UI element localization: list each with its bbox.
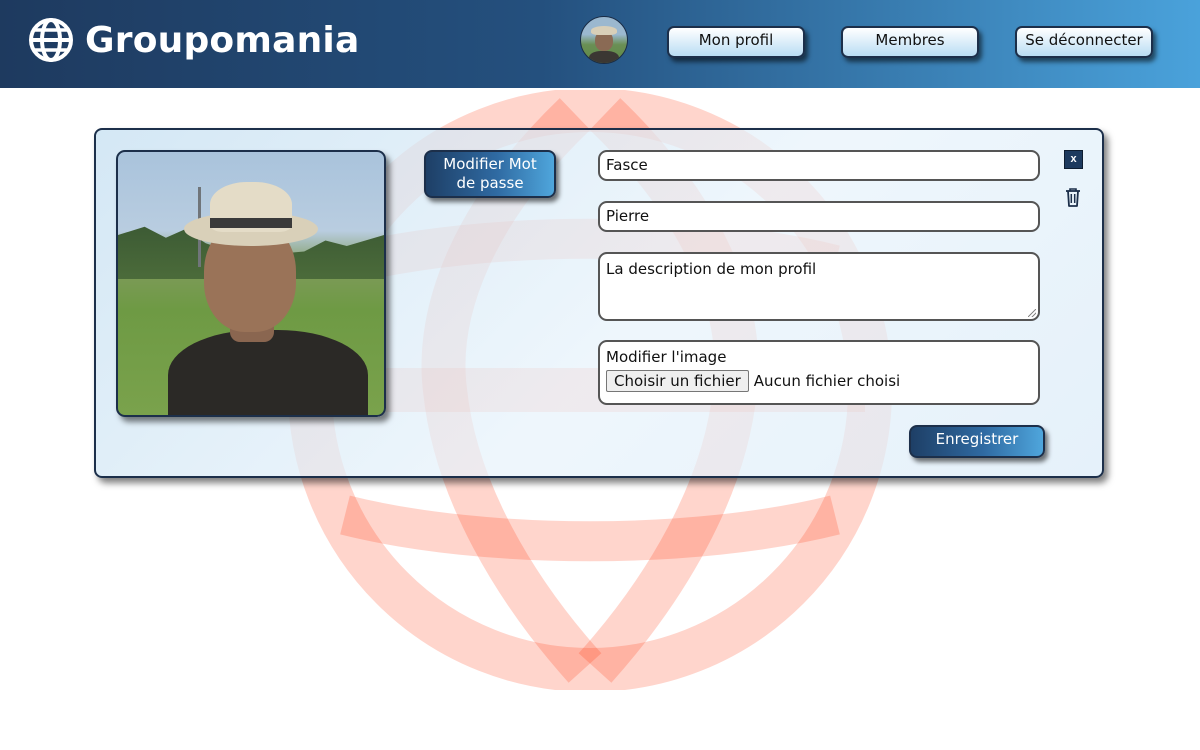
image-upload-label: Modifier l'image [606,348,727,366]
members-button[interactable]: Membres [841,26,979,58]
first-name-field[interactable]: Pierre [598,201,1040,232]
resize-grip-icon[interactable] [1028,309,1036,317]
change-password-button[interactable]: Modifier Mot de passe [424,150,556,198]
last-name-field[interactable]: Fasce [598,150,1040,181]
my-profile-button[interactable]: Mon profil [667,26,805,58]
close-button[interactable]: x [1064,150,1083,169]
description-text: La description de mon profil [606,260,817,278]
choose-file-button[interactable]: Choisir un fichier [606,370,749,392]
user-avatar[interactable] [580,16,628,64]
image-upload-field: Modifier l'image Choisir un fichier Aucu… [598,340,1040,405]
logout-button[interactable]: Se déconnecter [1015,26,1153,58]
trash-icon[interactable] [1063,186,1083,208]
top-header: Groupomania Mon profil Membres Se déconn… [0,0,1200,88]
profile-photo [116,150,386,417]
globe-icon [29,18,73,62]
brand-name: Groupomania [85,19,360,61]
file-status-text: Aucun fichier choisi [753,372,901,390]
save-button[interactable]: Enregistrer [909,425,1045,458]
description-field[interactable]: La description de mon profil [598,252,1040,321]
profile-card: Modifier Mot de passe Fasce Pierre La de… [94,128,1104,478]
brand[interactable]: Groupomania [27,16,359,64]
